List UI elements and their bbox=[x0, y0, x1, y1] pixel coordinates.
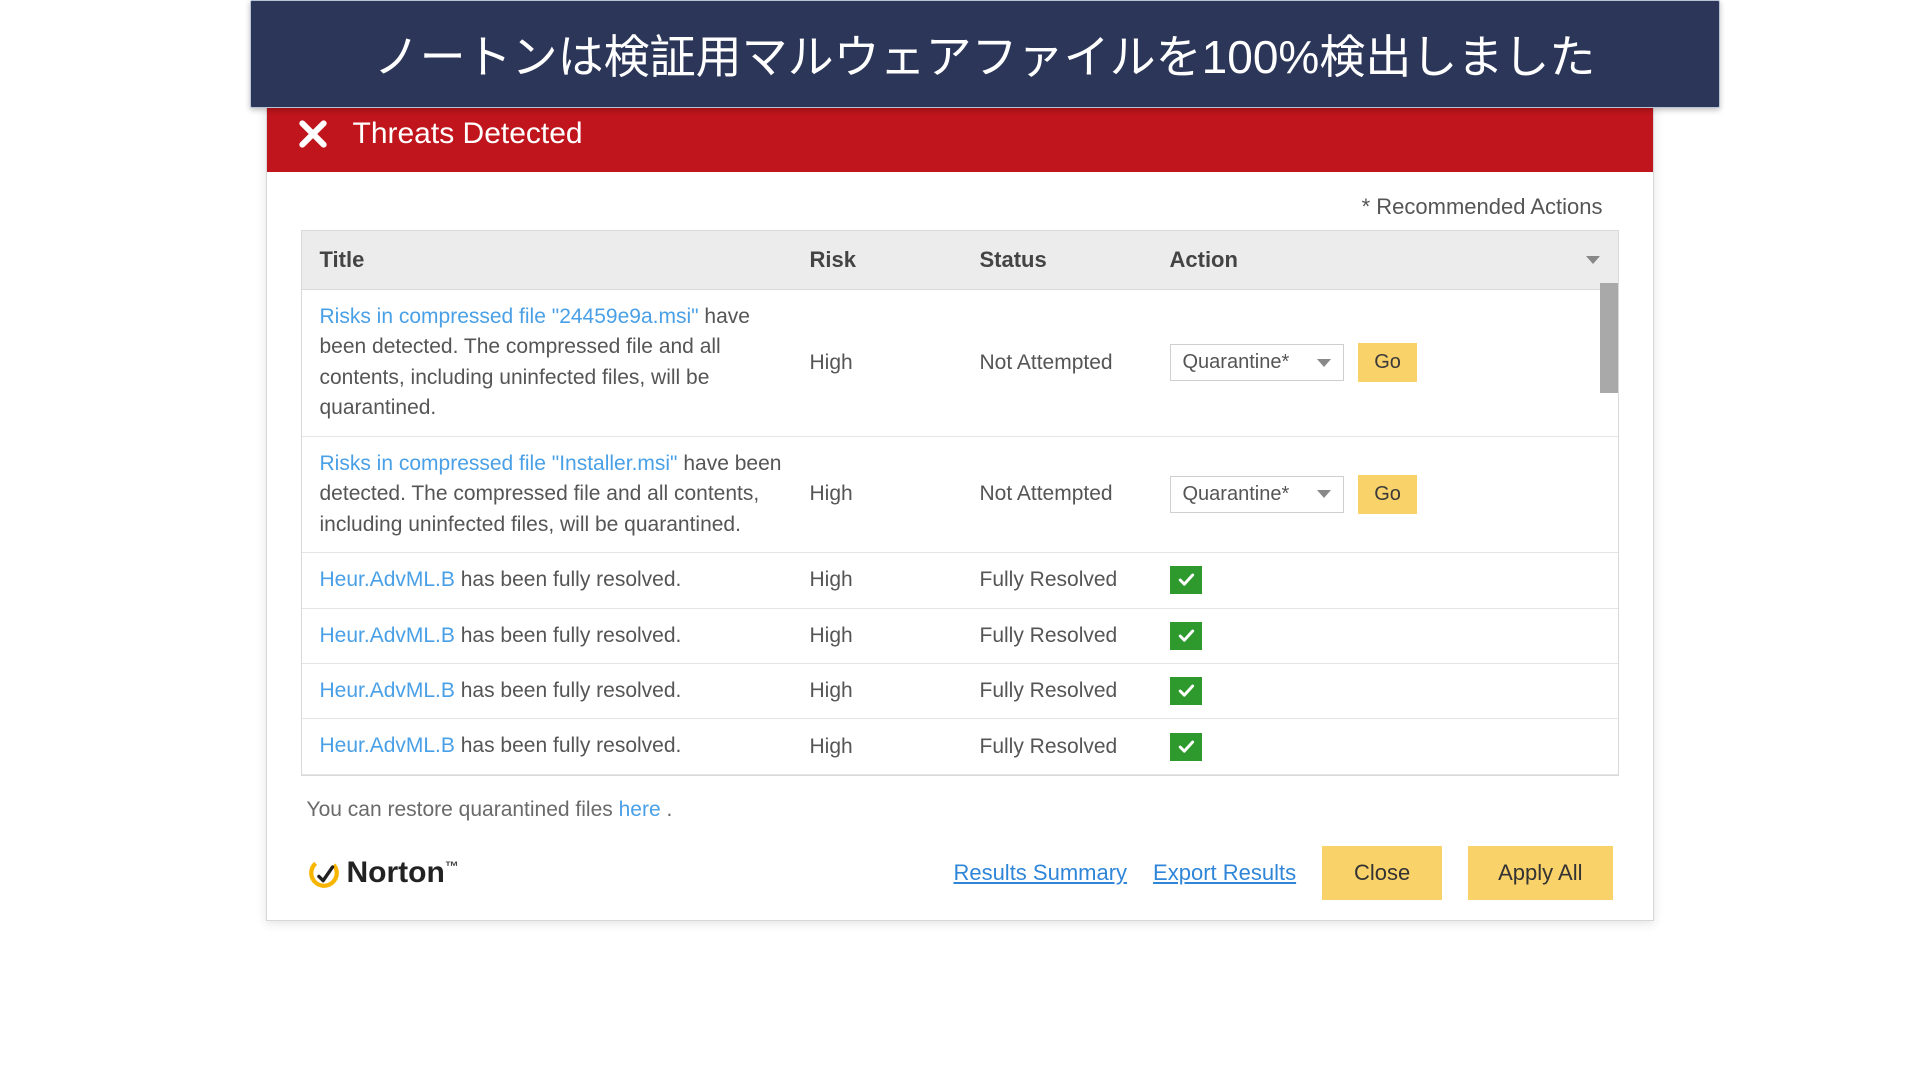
threat-title-link[interactable]: Heur.AdvML.B bbox=[320, 568, 455, 591]
table-row: Risks in compressed file "24459e9a.msi" … bbox=[302, 290, 1618, 437]
cell-status: Fully Resolved bbox=[972, 723, 1152, 771]
resolved-check-icon bbox=[1170, 566, 1202, 594]
cell-status: Not Attempted bbox=[972, 339, 1152, 387]
dialog-footer: Norton™ Results Summary Export Results C… bbox=[307, 846, 1613, 900]
cell-action bbox=[1152, 723, 1618, 771]
threat-title-link[interactable]: Heur.AdvML.B bbox=[320, 624, 455, 647]
cell-status: Fully Resolved bbox=[972, 556, 1152, 604]
threats-dialog: Threats Detected * Recommended Actions T… bbox=[266, 102, 1654, 921]
threat-title-text: has been fully resolved. bbox=[455, 734, 681, 757]
cell-action: Quarantine* Go bbox=[1152, 333, 1618, 392]
go-button[interactable]: Go bbox=[1358, 343, 1417, 382]
cell-status: Fully Resolved bbox=[972, 612, 1152, 660]
column-header-title[interactable]: Title bbox=[302, 231, 802, 289]
threat-title-link[interactable]: Heur.AdvML.B bbox=[320, 679, 455, 702]
action-select[interactable]: Quarantine* bbox=[1170, 344, 1345, 381]
threats-table: Title Risk Status Action Risks in compre… bbox=[301, 230, 1619, 776]
cell-risk: High bbox=[802, 556, 972, 604]
cell-title: Heur.AdvML.B has been fully resolved. bbox=[302, 719, 802, 773]
cell-action: Quarantine* Go bbox=[1152, 465, 1618, 524]
cell-status: Fully Resolved bbox=[972, 667, 1152, 715]
cell-title: Heur.AdvML.B has been fully resolved. bbox=[302, 609, 802, 663]
restore-here-link[interactable]: here bbox=[619, 798, 661, 821]
cell-title: Risks in compressed file "24459e9a.msi" … bbox=[302, 290, 802, 436]
cell-action bbox=[1152, 667, 1618, 715]
go-button[interactable]: Go bbox=[1358, 475, 1417, 514]
cell-action bbox=[1152, 612, 1618, 660]
threat-title-text: has been fully resolved. bbox=[455, 679, 681, 702]
table-row: Heur.AdvML.B has been fully resolved.Hig… bbox=[302, 664, 1618, 719]
resolved-check-icon bbox=[1170, 622, 1202, 650]
results-summary-link[interactable]: Results Summary bbox=[953, 860, 1127, 886]
column-header-status[interactable]: Status bbox=[972, 231, 1152, 289]
cell-title: Heur.AdvML.B has been fully resolved. bbox=[302, 664, 802, 718]
norton-logo-icon bbox=[307, 856, 341, 890]
cell-risk: High bbox=[802, 612, 972, 660]
cell-risk: High bbox=[802, 667, 972, 715]
close-button[interactable]: Close bbox=[1322, 846, 1442, 900]
brand-name-text: Norton bbox=[347, 856, 445, 889]
column-header-action[interactable]: Action bbox=[1152, 231, 1618, 289]
threat-title-text: has been fully resolved. bbox=[455, 624, 681, 647]
chevron-down-icon[interactable] bbox=[1586, 256, 1600, 264]
threat-title-link[interactable]: Risks in compressed file "24459e9a.msi" bbox=[320, 305, 699, 328]
cell-risk: High bbox=[802, 470, 972, 518]
chevron-down-icon bbox=[1317, 490, 1331, 498]
cell-title: Risks in compressed file "Installer.msi"… bbox=[302, 437, 802, 552]
cell-title: Heur.AdvML.B has been fully resolved. bbox=[302, 553, 802, 607]
threat-title-link[interactable]: Risks in compressed file "Installer.msi" bbox=[320, 452, 678, 475]
recommended-actions-note: * Recommended Actions bbox=[267, 172, 1653, 230]
table-row: Heur.AdvML.B has been fully resolved.Hig… bbox=[302, 553, 1618, 608]
apply-all-button[interactable]: Apply All bbox=[1468, 846, 1612, 900]
cell-status: Not Attempted bbox=[972, 470, 1152, 518]
restore-prefix: You can restore quarantined files bbox=[307, 798, 619, 821]
export-results-link[interactable]: Export Results bbox=[1153, 860, 1296, 886]
scrollbar-thumb[interactable] bbox=[1600, 283, 1618, 393]
column-header-risk[interactable]: Risk bbox=[802, 231, 972, 289]
annotation-banner: ノートンは検証用マルウェアファイルを100%検出しました bbox=[250, 0, 1720, 108]
footer-actions: Results Summary Export Results Close App… bbox=[953, 846, 1612, 900]
cell-action bbox=[1152, 556, 1618, 604]
norton-brand: Norton™ bbox=[307, 856, 459, 890]
table-row: Heur.AdvML.B has been fully resolved.Hig… bbox=[302, 609, 1618, 664]
restore-note: You can restore quarantined files here . bbox=[307, 798, 1613, 822]
table-row: Heur.AdvML.B has been fully resolved.Hig… bbox=[302, 719, 1618, 774]
close-x-icon bbox=[295, 116, 331, 152]
dialog-header: Threats Detected bbox=[267, 102, 1653, 172]
cell-risk: High bbox=[802, 339, 972, 387]
cell-risk: High bbox=[802, 723, 972, 771]
brand-name: Norton™ bbox=[347, 856, 459, 890]
column-header-action-label: Action bbox=[1170, 247, 1238, 273]
table-header-row: Title Risk Status Action bbox=[302, 231, 1618, 290]
action-select-label: Quarantine* bbox=[1183, 483, 1290, 506]
trademark-symbol: ™ bbox=[445, 858, 459, 874]
threat-title-text: has been fully resolved. bbox=[455, 568, 681, 591]
resolved-check-icon bbox=[1170, 677, 1202, 705]
action-select-label: Quarantine* bbox=[1183, 351, 1290, 374]
table-row: Risks in compressed file "Installer.msi"… bbox=[302, 437, 1618, 553]
threat-title-link[interactable]: Heur.AdvML.B bbox=[320, 734, 455, 757]
dialog-title: Threats Detected bbox=[353, 117, 583, 151]
action-select[interactable]: Quarantine* bbox=[1170, 476, 1345, 513]
restore-suffix: . bbox=[661, 798, 673, 821]
chevron-down-icon bbox=[1317, 359, 1331, 367]
resolved-check-icon bbox=[1170, 733, 1202, 761]
